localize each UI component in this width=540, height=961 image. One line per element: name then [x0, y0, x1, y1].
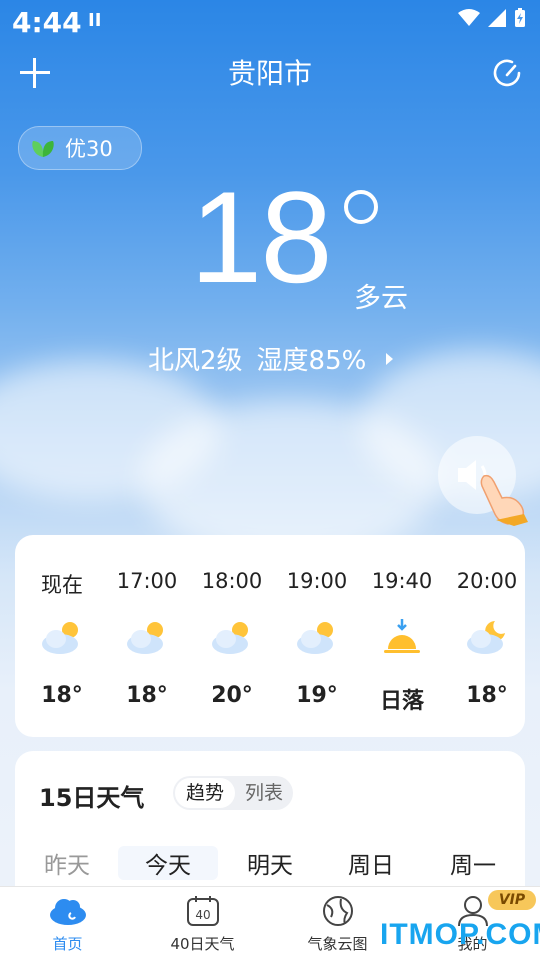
toggle-trend[interactable]: 趋势: [175, 778, 235, 808]
calendar-40-icon: 40: [186, 896, 219, 926]
aqi-label: 优30: [65, 137, 113, 161]
hourly-temp: 18°: [126, 683, 168, 708]
refresh-icon[interactable]: [490, 56, 524, 90]
wind-label: 北风2级: [148, 346, 243, 376]
day-tab[interactable]: 昨天: [17, 846, 117, 880]
view-toggle: 趋势 列表: [173, 776, 293, 810]
hourly-forecast-card[interactable]: 现在 18° 17:00 18° 18:00 20° 19:00 19° 19:…: [15, 535, 525, 737]
signal-icon: [488, 9, 506, 27]
status-icons: [458, 8, 526, 28]
day-tab[interactable]: 今天: [118, 846, 218, 880]
sunset-icon: [384, 619, 420, 653]
current-temperature: 18: [190, 164, 333, 310]
day-tab[interactable]: 明天: [220, 846, 320, 880]
status-bar: 4:44 II: [0, 0, 540, 44]
partly-cloudy-icon: [127, 622, 163, 654]
daily-title: 15日天气: [39, 784, 145, 812]
humidity-label: 湿度85%: [256, 346, 367, 376]
hourly-temp: 18°: [466, 683, 508, 708]
city-title: 贵阳市: [227, 57, 312, 90]
voice-broadcast-button[interactable]: [438, 436, 528, 526]
wifi-icon: [458, 9, 480, 26]
degree-symbol: [344, 190, 378, 224]
hourly-time: 17:00: [116, 569, 178, 593]
cloudy-night-icon: [467, 621, 505, 654]
partly-cloudy-icon: [212, 622, 248, 654]
hourly-time: 20:00: [456, 569, 518, 593]
nav-home[interactable]: 首页: [0, 887, 135, 961]
pause-icon: II: [88, 10, 102, 31]
hourly-time: 19:40: [371, 569, 433, 593]
partly-cloudy-icon: [297, 622, 333, 654]
hourly-temp: 日落: [379, 689, 424, 714]
pointing-hand-icon: [480, 474, 528, 526]
svg-text:40: 40: [195, 908, 210, 922]
hourly-temp: 19°: [296, 683, 338, 708]
hourly-temp: 20°: [211, 683, 253, 708]
leaf-icon: [32, 141, 54, 157]
chevron-right-icon: [386, 352, 394, 365]
weather-condition: 多云: [354, 283, 408, 314]
globe-icon: [322, 896, 353, 926]
air-quality-badge[interactable]: 优30: [18, 126, 142, 170]
hourly-temp: 18°: [41, 683, 83, 708]
partly-cloudy-icon: [42, 622, 78, 654]
status-time: 4:44: [12, 6, 82, 39]
cloud-home-icon: [49, 899, 86, 925]
toggle-list[interactable]: 列表: [237, 778, 291, 808]
hourly-time: 现在: [41, 573, 83, 597]
battery-icon: [515, 8, 525, 27]
day-tab[interactable]: 周一: [423, 846, 523, 880]
hourly-time: 19:00: [286, 569, 348, 593]
day-tab[interactable]: 周日: [321, 846, 421, 880]
nav-label: 40日天气: [170, 935, 235, 953]
vip-badge: VIP: [488, 890, 536, 910]
nav-40day[interactable]: 40 40日天气: [135, 887, 270, 961]
hourly-time: 18:00: [201, 569, 263, 593]
nav-label: 首页: [52, 935, 83, 953]
wind-humidity-row[interactable]: 北风2级 湿度85%: [148, 340, 394, 377]
watermark: ITMOP.COM: [380, 918, 540, 951]
